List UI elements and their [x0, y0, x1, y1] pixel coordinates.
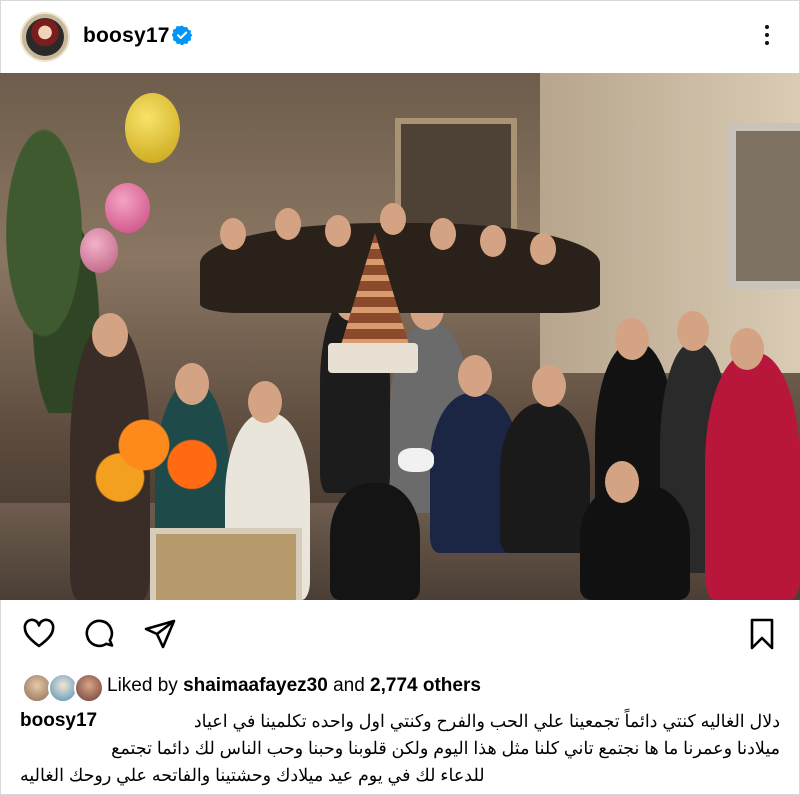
post-username[interactable]: boosy17	[83, 24, 170, 48]
liker-avatars[interactable]	[22, 673, 104, 703]
likes-summary[interactable]: Liked by shaimaafayez30 and 2,774 others	[107, 675, 481, 697]
caption-line-2: ميلادنا وعمرنا ما ها نجتمع تاني كلنا مثل…	[111, 738, 780, 758]
caption-username[interactable]: boosy17	[20, 710, 97, 732]
verified-badge-icon	[172, 25, 192, 45]
post-header: boosy17	[0, 0, 800, 72]
photo-flowers	[80, 393, 240, 523]
bookmark-icon[interactable]	[745, 617, 779, 651]
photo-painting	[150, 528, 302, 600]
post-photo[interactable]	[0, 73, 800, 600]
likes-count[interactable]: 2,774 others	[370, 675, 481, 696]
heart-icon[interactable]	[22, 617, 56, 651]
more-options-icon[interactable]	[755, 18, 779, 52]
liked-by-user[interactable]: shaimaafayez30	[183, 675, 328, 696]
send-icon[interactable]	[143, 617, 177, 651]
avatar-image	[26, 18, 64, 56]
photo-cake-stand	[328, 343, 418, 373]
likes-joiner: and	[333, 675, 365, 696]
comment-icon[interactable]	[83, 617, 117, 651]
caption-line-1: دلال الغاليه كنتي دائماً تجمعينا علي الح…	[193, 711, 780, 731]
liker-avatar	[74, 673, 104, 703]
avatar[interactable]	[20, 12, 70, 62]
caption-line-3: للدعاء لك في يوم عيد ميلادك وحشتينا والف…	[20, 765, 485, 785]
likes-prefix: Liked by	[107, 675, 178, 696]
photo-balloon	[125, 93, 180, 163]
